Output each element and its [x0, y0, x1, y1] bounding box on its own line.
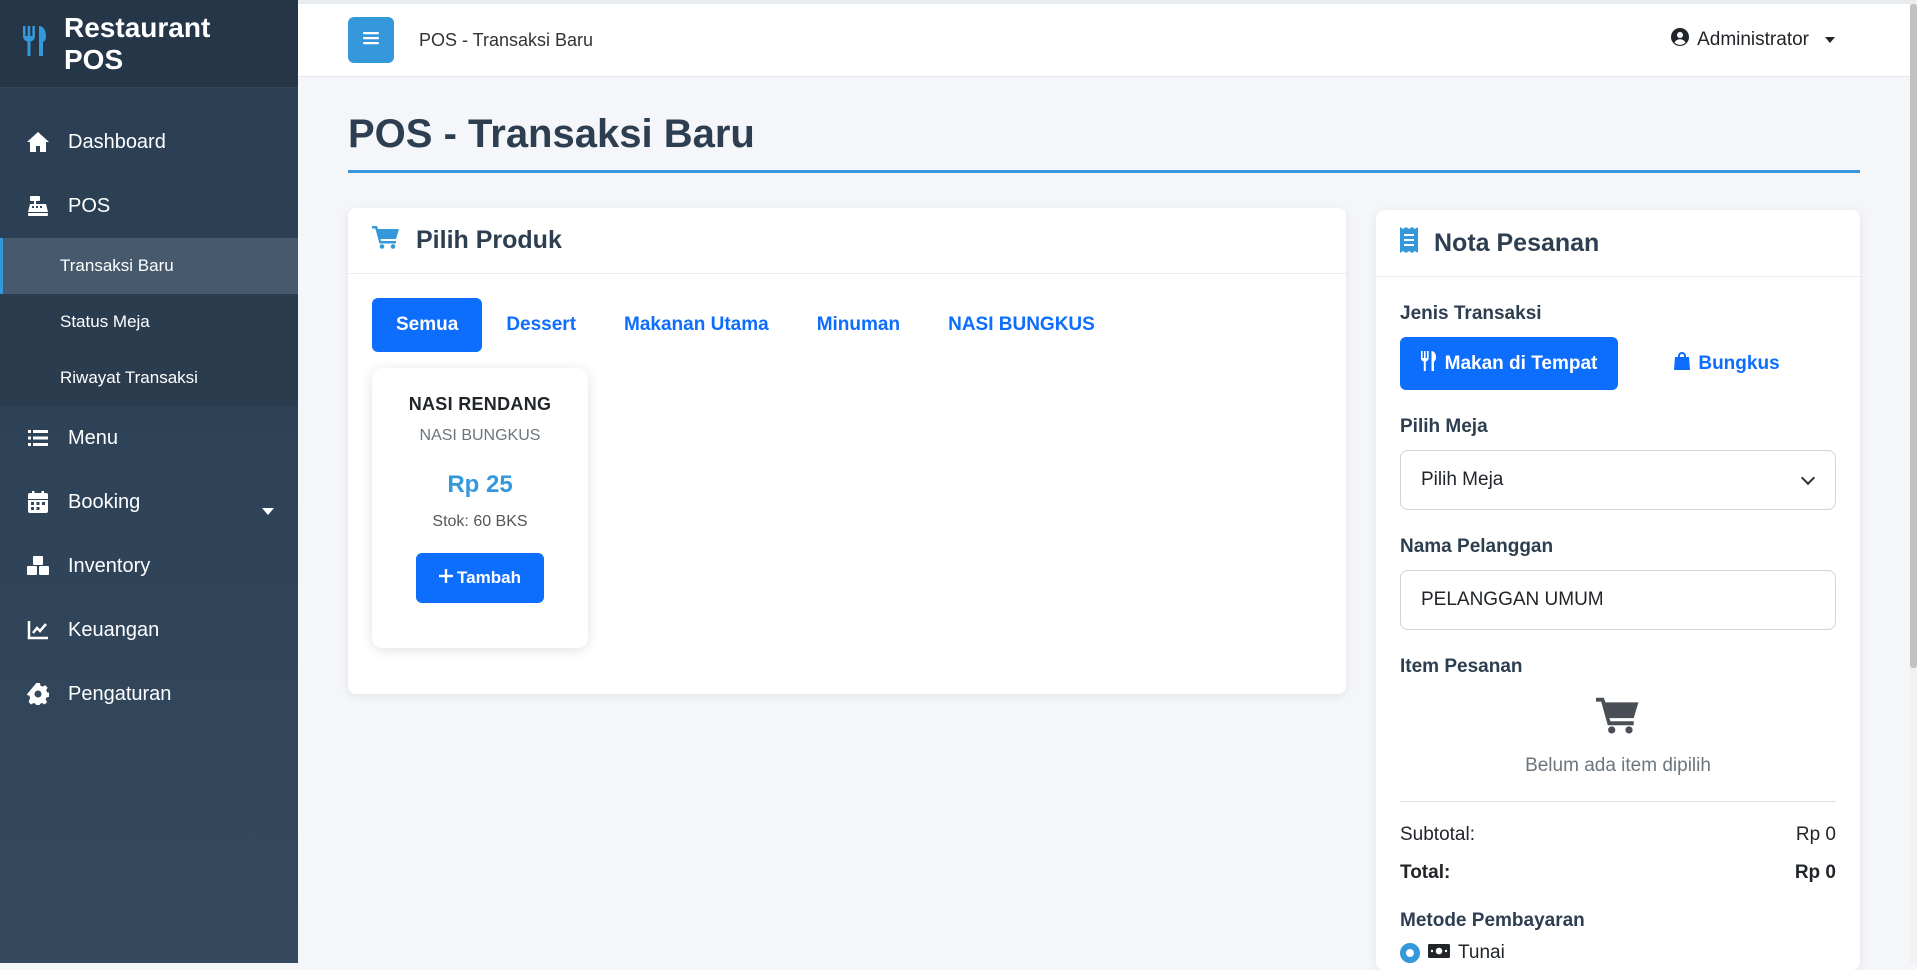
tab-nasi-bungkus[interactable]: NASI BUNGKUS — [924, 298, 1119, 352]
product-tile[interactable]: NASI RENDANG NASI BUNGKUS Rp 25 Stok: 60… — [372, 368, 588, 648]
sidebar-item-label: Inventory — [68, 554, 151, 577]
sidebar-item-label: Menu — [68, 426, 119, 449]
product-price: Rp 25 — [447, 471, 513, 498]
total-label: Total: — [1400, 862, 1451, 883]
sidebar-item-inventory[interactable]: Inventory — [0, 534, 298, 598]
product-card-header: Pilih Produk — [348, 208, 1346, 274]
order-card-title: Nota Pesanan — [1434, 228, 1600, 257]
chevron-down-icon — [262, 508, 274, 515]
sidebar-subitem-label: Riwayat Transaksi — [60, 368, 198, 387]
sidebar-item-dashboard[interactable]: Dashboard — [0, 110, 298, 174]
takeaway-button[interactable]: Bungkus — [1618, 337, 1836, 390]
add-button-label: Tambah — [457, 568, 521, 587]
user-name: Administrator — [1697, 29, 1809, 50]
sidebar-subitem-status-meja[interactable]: Status Meja — [0, 294, 298, 350]
empty-cart-text: Belum ada item dipilih — [1525, 755, 1711, 776]
sidebar-item-label: Dashboard — [68, 130, 166, 153]
plus-icon — [439, 568, 454, 588]
menu-toggle-button[interactable] — [348, 17, 394, 63]
order-body: Jenis Transaksi Makan di Tempat Bungkus … — [1376, 303, 1860, 964]
dine-in-label: Makan di Tempat — [1444, 352, 1598, 374]
gear-icon — [26, 683, 50, 705]
product-category: NASI BUNGKUS — [419, 427, 541, 444]
brand[interactable]: Restaurant POS — [0, 0, 298, 88]
sidebar-subitem-label: Status Meja — [60, 312, 150, 331]
sidebar-item-keuangan[interactable]: Keuangan — [0, 598, 298, 662]
radio-button[interactable] — [1400, 943, 1420, 963]
tab-minuman[interactable]: Minuman — [793, 298, 924, 352]
total-row: Total: Rp 0 — [1400, 862, 1836, 884]
calendar-icon — [26, 491, 50, 513]
chevron-down-icon — [1825, 37, 1835, 43]
tab-makanan-utama[interactable]: Makanan Utama — [600, 298, 793, 352]
receipt-icon — [1400, 226, 1418, 260]
title-underline — [348, 170, 1860, 173]
chevron-down-icon — [1800, 470, 1816, 486]
money-bill-icon — [1428, 942, 1450, 964]
subtotal-label: Subtotal: — [1400, 824, 1475, 845]
payment-option-cash[interactable]: Tunai — [1400, 942, 1836, 964]
dine-in-button[interactable]: Makan di Tempat — [1400, 337, 1618, 390]
sidebar-item-label: Keuangan — [68, 618, 160, 641]
transaction-type-group: Makan di Tempat Bungkus — [1400, 337, 1836, 390]
product-card: Pilih Produk Semua Dessert Makanan Utama… — [348, 208, 1346, 694]
sidebar-item-menu[interactable]: Menu — [0, 406, 298, 470]
product-stock: Stok: 60 BKS — [432, 513, 528, 530]
customer-name-input[interactable]: PELANGGAN UMUM — [1400, 570, 1836, 630]
sidebar-item-label: Booking — [68, 490, 141, 513]
sidebar: Restaurant POS Dashboard POS Transaksi B… — [0, 0, 298, 963]
page-title: POS - Transaksi Baru — [348, 112, 755, 156]
product-card-title: Pilih Produk — [416, 226, 562, 254]
hamburger-icon — [363, 31, 379, 50]
user-menu[interactable]: Administrator — [1671, 28, 1835, 52]
utensils-icon — [1420, 350, 1437, 377]
sidebar-item-label: Pengaturan — [68, 682, 172, 705]
topbar-title: POS - Transaksi Baru — [419, 29, 594, 50]
scrollbar-thumb[interactable] — [1910, 4, 1917, 668]
sidebar-subitem-transaksi-baru[interactable]: Transaksi Baru — [0, 238, 298, 294]
order-card-header: Nota Pesanan — [1376, 210, 1860, 277]
sidebar-subitem-riwayat-transaksi[interactable]: Riwayat Transaksi — [0, 350, 298, 406]
divider — [1400, 801, 1836, 802]
user-circle-icon — [1671, 28, 1690, 52]
subtotal-value: Rp 0 — [1795, 824, 1836, 845]
sidebar-item-label: POS — [68, 194, 111, 217]
tab-dessert[interactable]: Dessert — [482, 298, 600, 352]
product-name: NASI RENDANG — [408, 394, 552, 414]
sidebar-item-pengaturan[interactable]: Pengaturan — [0, 662, 298, 726]
table-label: Pilih Meja — [1400, 416, 1488, 437]
sidebar-item-booking[interactable]: Booking — [0, 470, 298, 534]
payment-option-label: Tunai — [1458, 942, 1505, 963]
customer-label: Nama Pelanggan — [1400, 536, 1554, 557]
order-items-label: Item Pesanan — [1400, 656, 1523, 677]
subtotal-row: Subtotal: Rp 0 — [1400, 824, 1836, 846]
shopping-cart-icon — [1596, 696, 1640, 739]
empty-cart-state: Belum ada item dipilih — [1400, 696, 1836, 777]
payment-method-label: Metode Pembayaran — [1400, 910, 1585, 931]
boxes-icon — [26, 556, 50, 576]
table-select-value: Pilih Meja — [1421, 469, 1504, 490]
total-value: Rp 0 — [1794, 862, 1836, 883]
topbar: POS - Transaksi Baru Administrator — [298, 4, 1910, 77]
chart-line-icon — [26, 620, 50, 640]
tab-semua[interactable]: Semua — [372, 298, 483, 352]
utensils-icon — [22, 25, 48, 62]
customer-name-value: PELANGGAN UMUM — [1421, 589, 1604, 610]
cash-register-icon — [26, 195, 50, 217]
shopping-bag-icon — [1674, 351, 1691, 376]
sidebar-item-pos[interactable]: POS — [0, 174, 298, 238]
order-card: Nota Pesanan Jenis Transaksi Makan di Te… — [1376, 210, 1860, 970]
table-select[interactable]: Pilih Meja — [1400, 450, 1836, 510]
list-icon — [26, 429, 50, 447]
shopping-cart-icon — [372, 225, 400, 256]
brand-title: Restaurant POS — [64, 11, 211, 75]
add-product-button[interactable]: Tambah — [416, 553, 544, 603]
category-tabs: Semua Dessert Makanan Utama Minuman NASI… — [372, 298, 1346, 352]
home-icon — [26, 131, 50, 153]
sidebar-subitem-label: Transaksi Baru — [60, 256, 174, 275]
takeaway-label: Bungkus — [1698, 352, 1780, 374]
transaction-type-label: Jenis Transaksi — [1400, 303, 1542, 324]
